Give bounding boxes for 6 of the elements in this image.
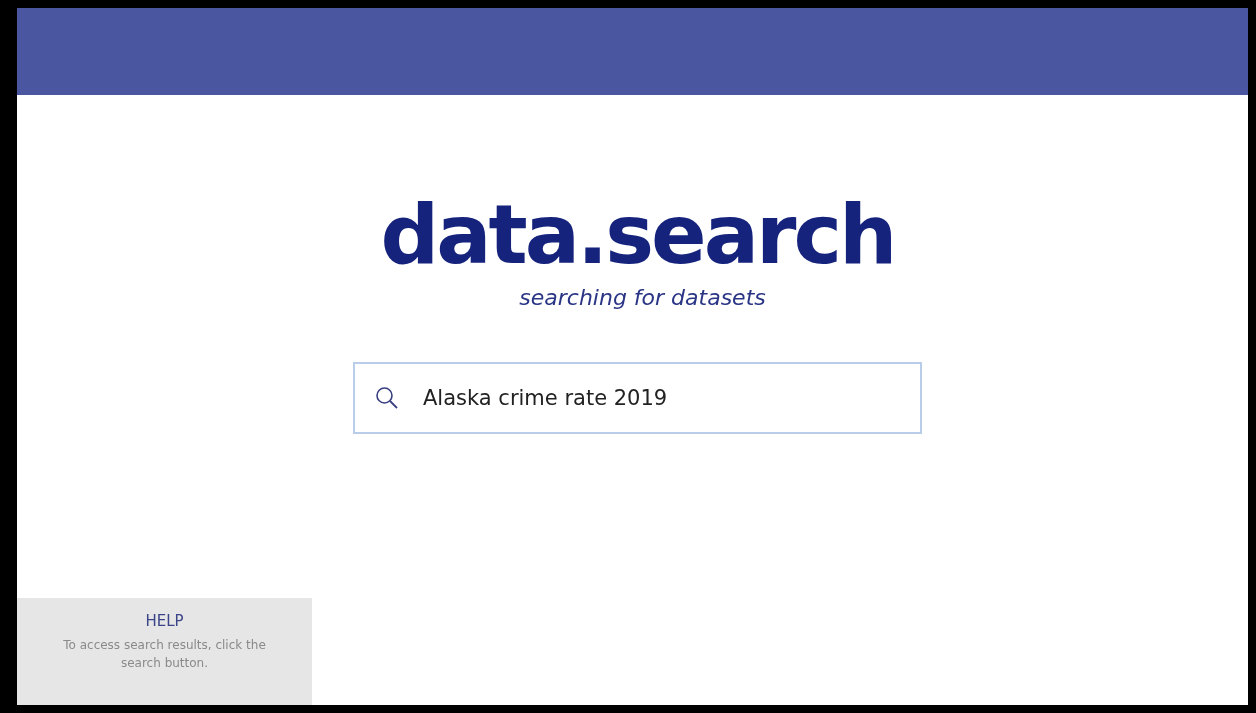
logo-title: data.search [380, 189, 895, 281]
search-icon [375, 386, 399, 410]
help-title: HELP [145, 612, 184, 630]
search-field[interactable]: Alaska crime rate 2019 [353, 362, 922, 434]
logo-tagline: searching for datasets [519, 285, 766, 310]
help-text: To access search results, click the search button. [62, 637, 267, 672]
